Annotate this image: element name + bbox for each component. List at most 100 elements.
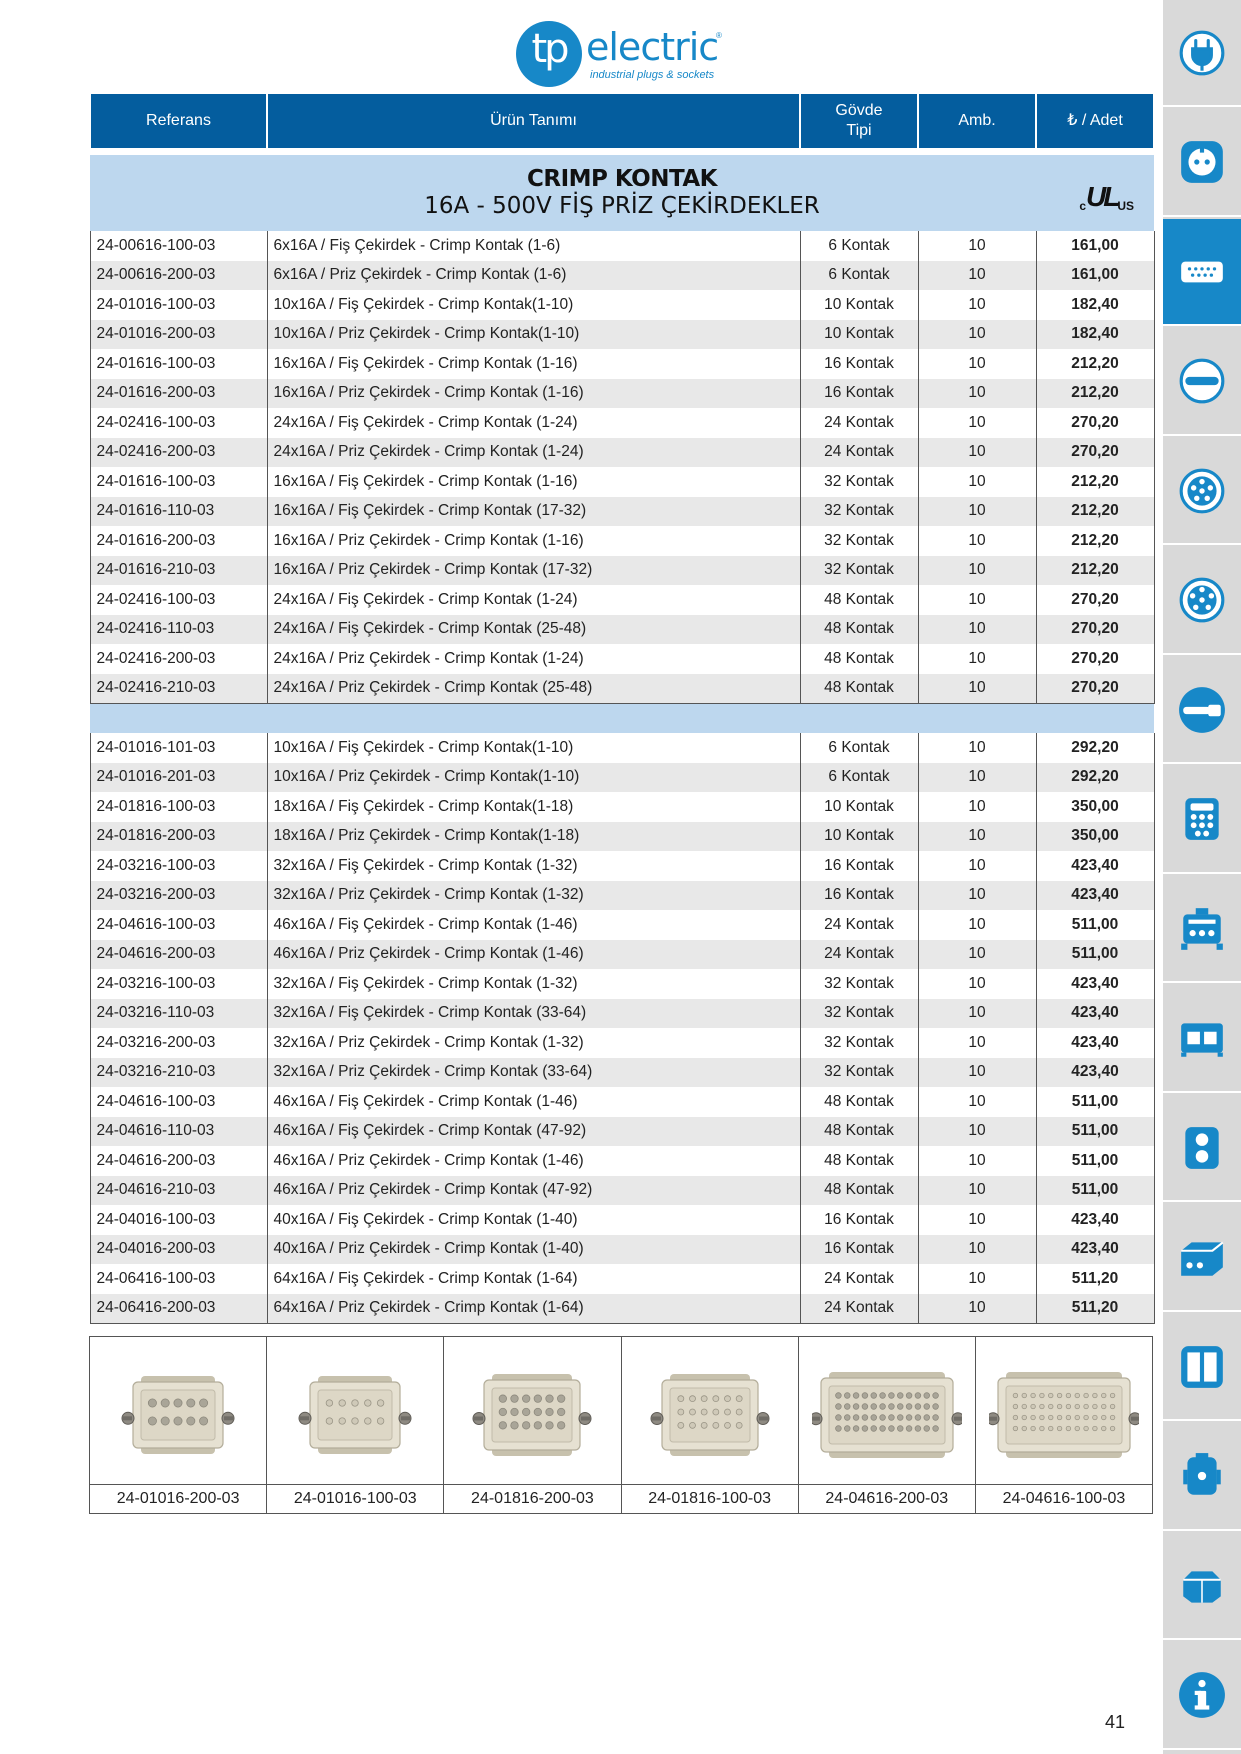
cell-pack: 10 xyxy=(917,1028,1037,1058)
cell-pack: 10 xyxy=(917,260,1037,290)
cell-body-type: 10 Kontak xyxy=(799,792,919,822)
cell-pack: 10 xyxy=(917,1116,1037,1146)
cell-ref: 24-01616-210-03 xyxy=(89,555,268,585)
sidebar-item-panel-box[interactable] xyxy=(1163,876,1241,983)
cell-pack: 10 xyxy=(917,998,1037,1028)
cell-pack: 10 xyxy=(917,585,1037,615)
cell-pack: 10 xyxy=(917,1234,1037,1264)
hexagon-enclosure-icon xyxy=(1183,1570,1221,1603)
cell-price: 511,20 xyxy=(1035,1293,1155,1324)
cell-price: 161,00 xyxy=(1035,260,1155,290)
sidebar-item-wall-box[interactable] xyxy=(1163,1095,1241,1202)
cell-ref: 24-04616-100-03 xyxy=(89,910,268,940)
multi-pin-socket-icon xyxy=(1179,468,1225,513)
cell-desc: 16x16A / Priz Çekirdek - Crimp Kontak (1… xyxy=(266,378,801,408)
cell-body-type: 16 Kontak xyxy=(799,851,919,881)
cell-desc: 24x16A / Priz Çekirdek - Crimp Kontak (1… xyxy=(266,644,801,674)
cell-price: 511,00 xyxy=(1035,1146,1155,1176)
sidebar-item-info[interactable] xyxy=(1163,1643,1241,1750)
cell-body-type: 10 Kontak xyxy=(799,319,919,349)
connector-insert-icon xyxy=(1181,261,1223,282)
cell-ref: 24-02416-100-03 xyxy=(89,408,268,438)
cell-price: 511,00 xyxy=(1035,1116,1155,1146)
socket-insert-image xyxy=(121,1375,235,1454)
cell-pack: 10 xyxy=(917,792,1037,822)
cell-body-type: 6 Kontak xyxy=(799,762,919,792)
cell-desc: 10x16A / Priz Çekirdek - Crimp Kontak(1-… xyxy=(266,319,801,349)
header-price: ₺ / Adet xyxy=(1035,94,1155,148)
sidebar-item-cylinder-enclosure[interactable] xyxy=(1163,1424,1241,1531)
header-body-type: Gövde Tipi xyxy=(799,94,919,148)
cell-body-type: 32 Kontak xyxy=(799,467,919,497)
sidebar-item-connector-insert[interactable] xyxy=(1163,219,1241,326)
sidebar-item-dual-socket-box[interactable] xyxy=(1163,986,1241,1093)
table-row: 24-02416-100-03 24x16A / Fiş Çekirdek - C… xyxy=(89,585,1155,615)
table-row: 24-03216-100-03 32x16A / Fiş Çekirdek - C… xyxy=(89,851,1155,881)
table-row: 24-01016-200-03 10x16A / Priz Çekirdek - … xyxy=(89,319,1155,349)
plug-insert-image xyxy=(298,1375,412,1454)
product-image-row xyxy=(90,1337,1152,1485)
cell-desc: 46x16A / Fiş Çekirdek - Crimp Kontak (1-… xyxy=(266,910,801,940)
cell-body-type: 32 Kontak xyxy=(799,1028,919,1058)
cell-body-type: 6 Kontak xyxy=(799,260,919,290)
product-image-cell xyxy=(90,1337,268,1484)
cell-body-type: 48 Kontak xyxy=(799,673,919,704)
sidebar-item-enclosure[interactable] xyxy=(1163,1205,1241,1312)
cell-pack: 10 xyxy=(917,910,1037,940)
table-row: 24-02416-200-03 24x16A / Priz Çekirdek - … xyxy=(89,644,1155,674)
distribution-box-icon xyxy=(1185,798,1219,840)
table-row: 24-03216-110-03 32x16A / Fiş Çekirdek - C… xyxy=(89,998,1155,1028)
cell-price: 511,00 xyxy=(1035,1175,1155,1205)
product-label: 24-01816-100-03 xyxy=(622,1485,799,1513)
sidebar-item-cable-entry[interactable] xyxy=(1163,329,1241,436)
section-subtitle: 16A - 500V FİŞ PRİZ ÇEKİRDEKLER xyxy=(424,193,820,219)
cell-ref: 24-03216-200-03 xyxy=(89,1028,268,1058)
cell-price: 511,00 xyxy=(1035,1087,1155,1117)
cell-body-type: 48 Kontak xyxy=(799,585,919,615)
cell-desc: 32x16A / Fiş Çekirdek - Crimp Kontak (1-… xyxy=(266,851,801,881)
table-row: 24-04016-100-03 40x16A / Fiş Çekirdek - C… xyxy=(89,1205,1155,1235)
dual-socket-box-icon xyxy=(1181,1023,1223,1057)
cell-desc: 10x16A / Fiş Çekirdek - Crimp Kontak(1-1… xyxy=(266,290,801,320)
table-row: 24-01616-210-03 16x16A / Priz Çekirdek - … xyxy=(89,555,1155,585)
cell-pack: 10 xyxy=(917,851,1037,881)
header-pack: Amb. xyxy=(917,94,1037,148)
sidebar-item-multi-pin-socket[interactable] xyxy=(1163,438,1241,545)
cell-price: 182,40 xyxy=(1035,319,1155,349)
enclosure-icon xyxy=(1181,1241,1224,1276)
logo-registered-mark: ® xyxy=(716,31,722,40)
cell-body-type: 32 Kontak xyxy=(799,1057,919,1087)
cell-body-type: 10 Kontak xyxy=(799,821,919,851)
sidebar-item-cable-plug[interactable] xyxy=(1163,657,1241,764)
table-row: 24-04616-110-03 46x16A / Fiş Çekirdek - C… xyxy=(89,1116,1155,1146)
sidebar-item-distribution-box[interactable] xyxy=(1163,767,1241,874)
product-label: 24-01016-200-03 xyxy=(90,1485,268,1513)
cell-pack: 10 xyxy=(917,1146,1037,1176)
sidebar-item-multi-pin-socket-2[interactable] xyxy=(1163,548,1241,655)
socket-insert-image xyxy=(811,1371,962,1458)
sidebar-item-socket[interactable] xyxy=(1163,110,1241,217)
product-image-cell xyxy=(799,1337,976,1484)
cell-desc: 64x16A / Fiş Çekirdek - Crimp Kontak (1-… xyxy=(266,1264,801,1294)
cell-price: 292,20 xyxy=(1035,762,1155,792)
info-icon xyxy=(1179,1672,1225,1718)
sidebar-item-hexagon-enclosure[interactable] xyxy=(1163,1533,1241,1640)
table-row: 24-02416-200-03 24x16A / Priz Çekirdek - … xyxy=(89,437,1155,467)
sidebar-item-double-door-cabinet[interactable] xyxy=(1163,1314,1241,1421)
table-row: 24-03216-200-03 32x16A / Priz Çekirdek - … xyxy=(89,880,1155,910)
cell-body-type: 48 Kontak xyxy=(799,1116,919,1146)
cert-c: c xyxy=(1079,199,1086,213)
plug-insert-image xyxy=(988,1371,1139,1458)
cell-desc: 16x16A / Priz Çekirdek - Crimp Kontak (1… xyxy=(266,526,801,556)
cell-ref: 24-00616-200-03 xyxy=(89,260,268,290)
cell-ref: 24-02416-200-03 xyxy=(89,437,268,467)
cell-pack: 10 xyxy=(917,349,1037,379)
sidebar-item-plug[interactable] xyxy=(1163,0,1241,107)
cell-pack: 10 xyxy=(917,496,1037,526)
cell-desc: 10x16A / Fiş Çekirdek - Crimp Kontak(1-1… xyxy=(266,733,801,763)
cell-ref: 24-03216-210-03 xyxy=(89,1057,268,1087)
cell-ref: 24-04616-200-03 xyxy=(89,939,268,969)
table-row: 24-02416-110-03 24x16A / Fiş Çekirdek - C… xyxy=(89,614,1155,644)
cell-price: 423,40 xyxy=(1035,1205,1155,1235)
cell-price: 423,40 xyxy=(1035,1028,1155,1058)
